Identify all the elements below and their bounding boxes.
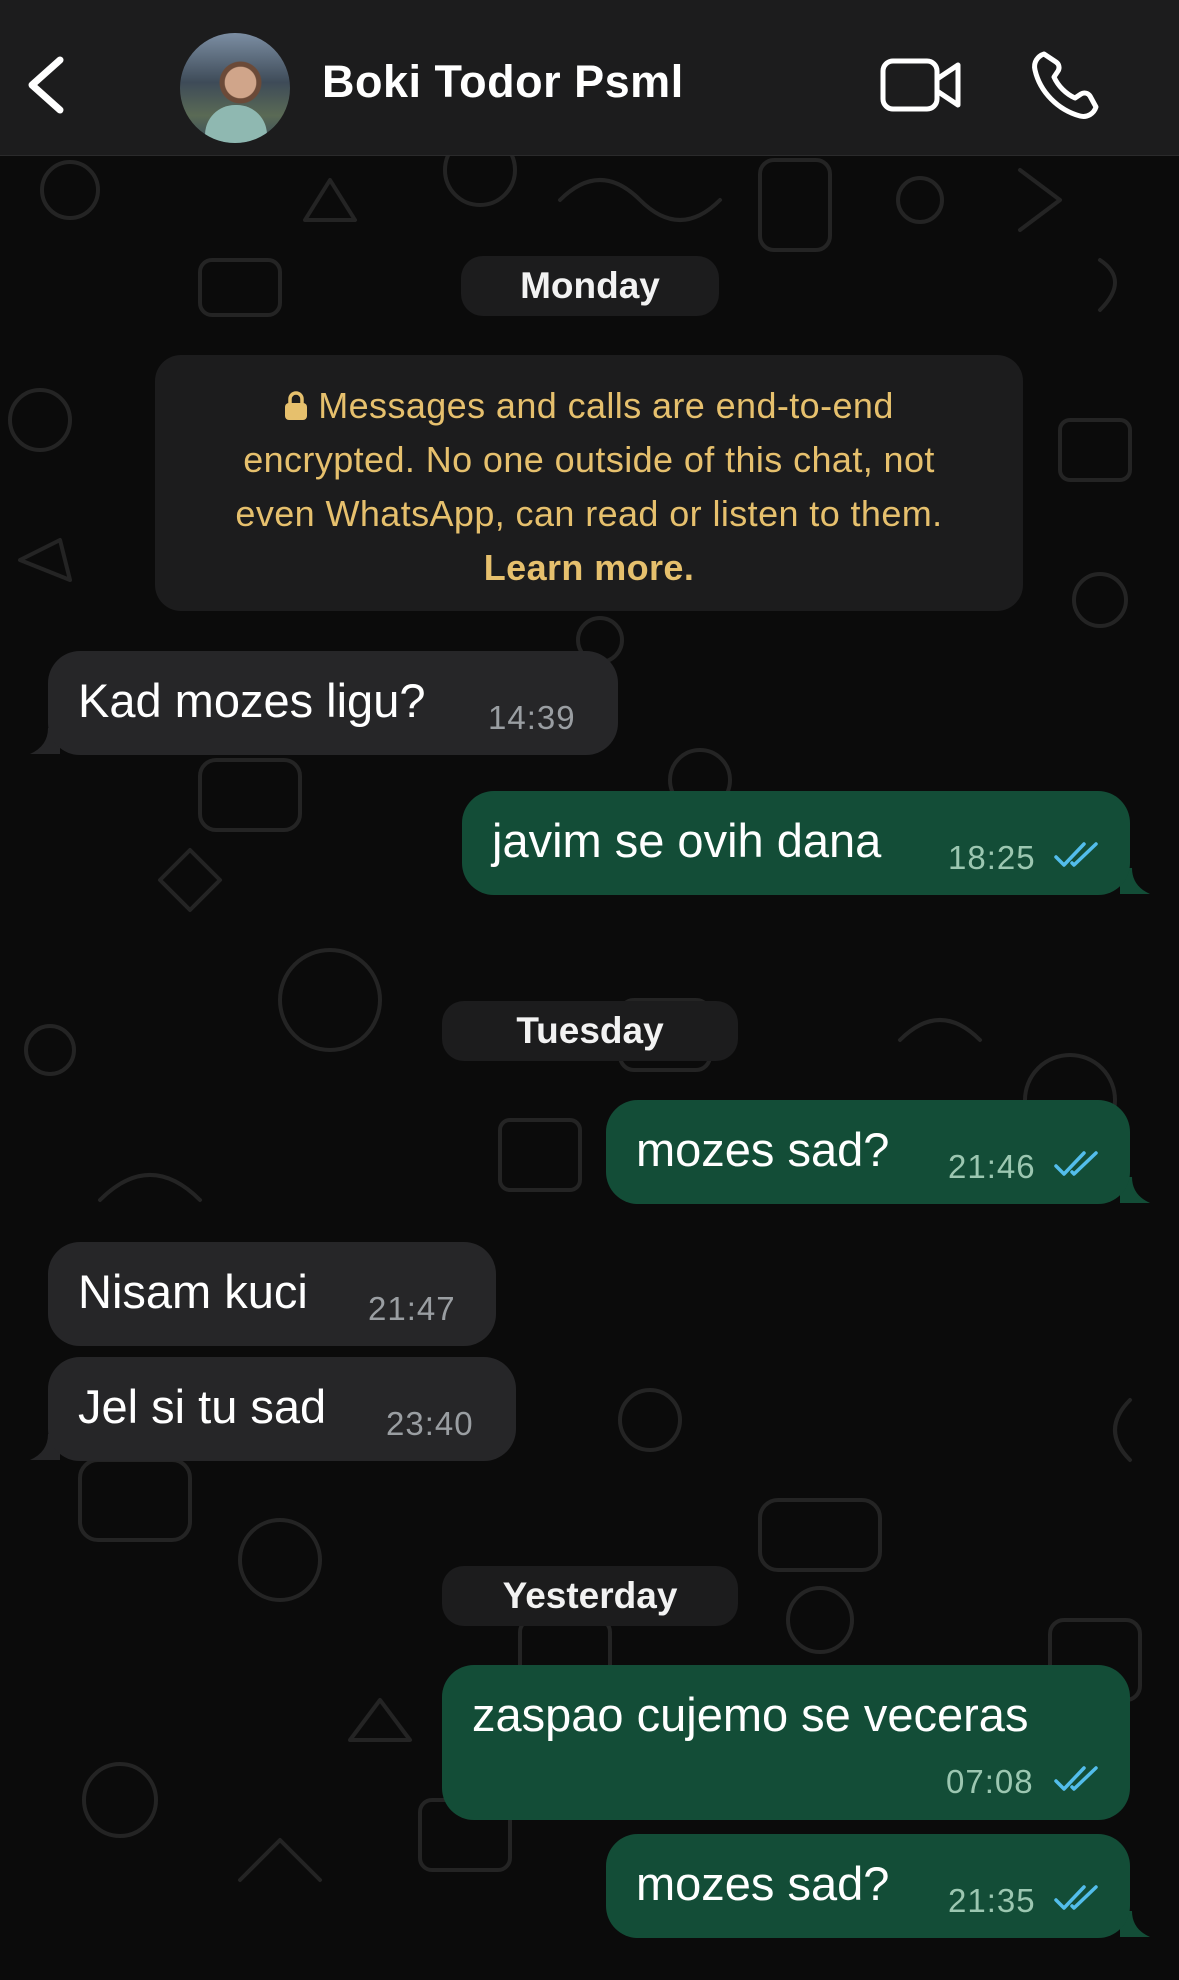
message-time: 14:39 — [488, 699, 576, 736]
message-time: 21:46 — [948, 1148, 1036, 1185]
double-check-read-icon — [1054, 1151, 1098, 1176]
encryption-line-3: even WhatsApp, can read or listen to the… — [235, 493, 943, 534]
double-check-read-icon — [1054, 1885, 1098, 1910]
lock-icon — [285, 391, 308, 420]
message-incoming[interactable]: Nisam kuci 21:47 — [48, 1242, 496, 1346]
message-text: javim se ovih dana — [492, 814, 882, 867]
chevron-left-icon[interactable] — [22, 52, 68, 118]
message-text: Kad mozes ligu? — [78, 674, 426, 727]
message-outgoing[interactable]: mozes sad? 21:46 — [606, 1100, 1130, 1204]
phone-icon[interactable] — [1030, 48, 1102, 122]
video-camera-icon[interactable] — [880, 55, 962, 115]
message-time: 23:40 — [386, 1405, 474, 1442]
message-text: Nisam kuci — [78, 1265, 308, 1318]
encryption-text-1: Messages and calls are end-to-end — [318, 385, 894, 426]
message-outgoing[interactable]: javim se ovih dana 18:25 — [462, 791, 1130, 895]
message-text: mozes sad? — [636, 1123, 890, 1176]
message-text: mozes sad? — [636, 1857, 890, 1910]
avatar[interactable] — [180, 33, 290, 143]
double-check-read-icon — [1054, 1766, 1098, 1791]
date-separator-monday: Monday — [461, 256, 719, 316]
encryption-line-2: encrypted. No one outside of this chat, … — [243, 439, 935, 480]
message-time: 07:08 — [946, 1763, 1034, 1800]
learn-more-link[interactable]: Learn more. — [155, 541, 1023, 595]
date-separator-yesterday: Yesterday — [442, 1566, 738, 1626]
encryption-notice[interactable]: Messages and calls are end-to-end encryp… — [155, 355, 1023, 611]
message-outgoing[interactable]: mozes sad? 21:35 — [606, 1834, 1130, 1938]
message-incoming[interactable]: Jel si tu sad 23:40 — [48, 1357, 516, 1461]
message-text: zaspao cujemo se veceras — [472, 1688, 1029, 1741]
message-time: 21:47 — [368, 1290, 456, 1327]
encryption-line-1: Messages and calls are end-to-end — [155, 379, 1023, 433]
double-check-read-icon — [1054, 842, 1098, 867]
message-incoming[interactable]: Kad mozes ligu? 14:39 — [48, 651, 618, 755]
date-separator-tuesday: Tuesday — [442, 1001, 738, 1061]
message-time: 21:35 — [948, 1882, 1036, 1919]
message-text: Jel si tu sad — [78, 1380, 327, 1433]
message-outgoing[interactable]: zaspao cujemo se veceras 07:08 — [442, 1665, 1130, 1820]
chat-header: Boki Todor Psml — [0, 0, 1179, 156]
contact-name[interactable]: Boki Todor Psml — [322, 56, 684, 108]
message-time: 18:25 — [948, 839, 1036, 876]
